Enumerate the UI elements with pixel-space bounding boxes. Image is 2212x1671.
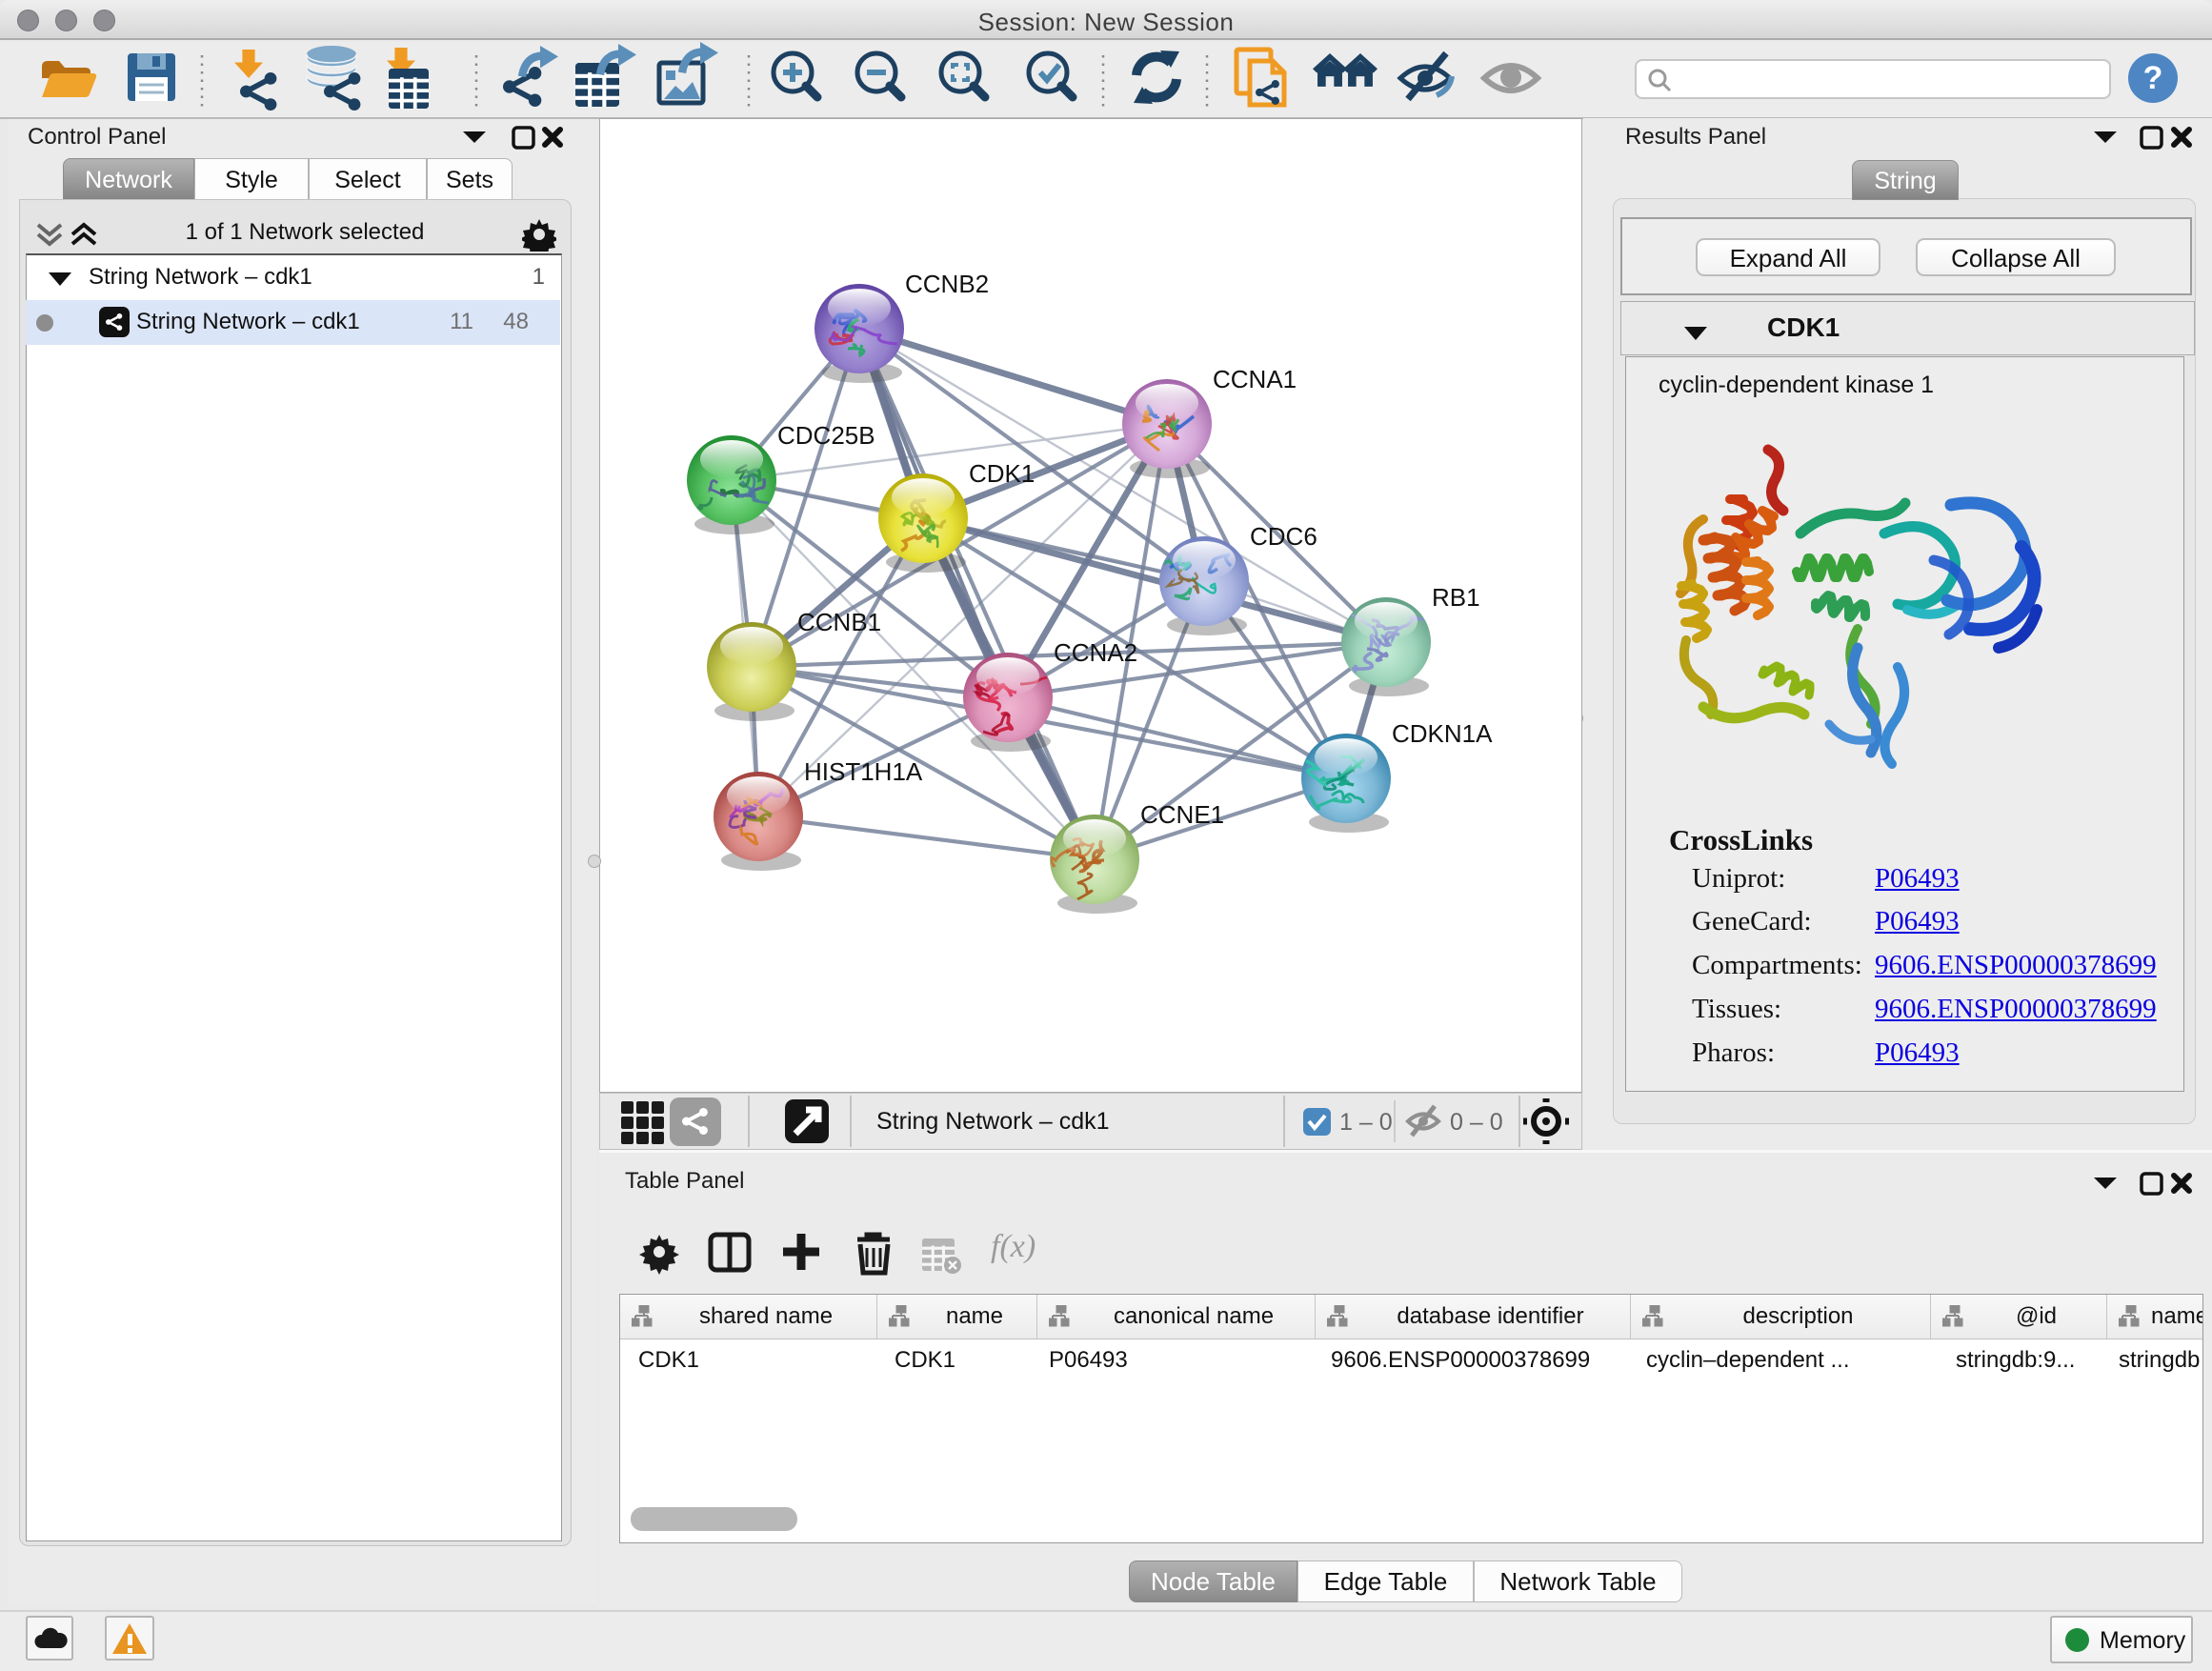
svg-text:CCNB1: CCNB1 [797, 608, 881, 636]
svg-text:CDK1: CDK1 [969, 459, 1035, 488]
svg-text:HIST1H1A: HIST1H1A [804, 757, 923, 786]
svg-text:CCNA2: CCNA2 [1054, 638, 1137, 667]
svg-text:CCNE1: CCNE1 [1140, 800, 1224, 829]
svg-text:CCNB2: CCNB2 [905, 270, 989, 298]
svg-text:CDC6: CDC6 [1250, 522, 1317, 551]
svg-text:RB1: RB1 [1432, 583, 1480, 612]
svg-text:CCNA1: CCNA1 [1213, 365, 1297, 393]
svg-text:CDC25B: CDC25B [777, 421, 875, 450]
svg-text:CDKN1A: CDKN1A [1392, 719, 1493, 748]
